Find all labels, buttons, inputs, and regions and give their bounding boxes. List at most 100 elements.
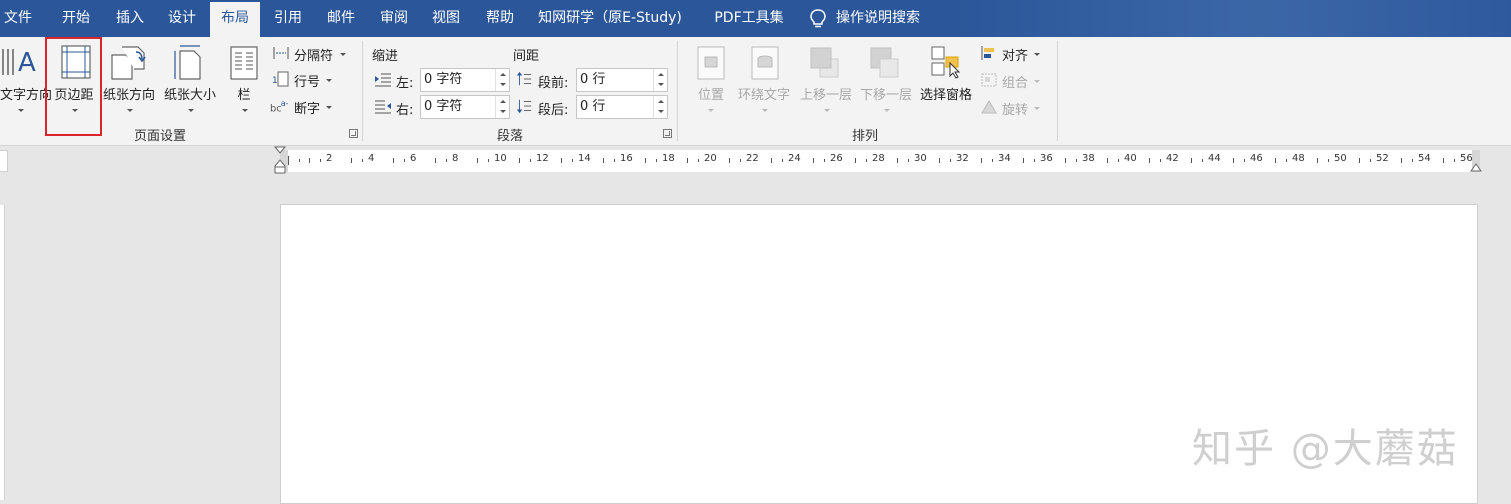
columns-dropdown-icon[interactable]: [242, 109, 248, 112]
spacing-before-icon: [516, 71, 532, 86]
watermark: 知乎 @大蘑菇: [1192, 426, 1459, 472]
spacing-after-icon: [516, 99, 532, 114]
ruler-tick: [519, 158, 520, 163]
tab-home[interactable]: 开始: [52, 0, 100, 37]
tab-help[interactable]: 帮助: [476, 0, 524, 37]
group-dropdown-icon[interactable]: [1034, 80, 1040, 83]
line-numbers-icon: 1: [272, 71, 289, 87]
right-indent-marker-icon[interactable]: [1470, 160, 1482, 172]
ruler-tick: [309, 158, 310, 163]
wrap-text-button[interactable]: 环绕文字: [734, 84, 794, 103]
indent-right-stepper[interactable]: [495, 96, 509, 118]
size-icon: [174, 45, 201, 80]
spacing-after-stepper[interactable]: [653, 96, 667, 118]
align-button[interactable]: 对齐: [1002, 45, 1028, 64]
align-icon: [981, 46, 994, 60]
hyphenation-dropdown-icon[interactable]: [326, 106, 332, 109]
title-bar-decoration: [951, 0, 1511, 37]
tab-cnki-estudy[interactable]: 知网研学（原E-Study): [530, 0, 690, 37]
ruler-tick: [1159, 159, 1161, 162]
position-button[interactable]: 位置: [690, 84, 732, 103]
send-backward-icon: [870, 47, 899, 78]
indent-left-icon: [375, 73, 391, 87]
text-direction-icon: A: [2, 48, 36, 78]
position-dropdown-icon[interactable]: [708, 109, 714, 112]
paragraph-launcher-icon[interactable]: [663, 129, 672, 138]
ruler-number: 34: [998, 153, 1011, 164]
indent-right-input[interactable]: 0 字符: [420, 95, 510, 119]
tab-insert[interactable]: 插入: [106, 0, 154, 37]
ruler-tick: [823, 159, 825, 162]
tab-references[interactable]: 引用: [264, 0, 312, 37]
ruler-number: 52: [1376, 153, 1389, 164]
ruler-tick: [1107, 158, 1108, 163]
rotate-dropdown-icon[interactable]: [1034, 107, 1040, 110]
bring-forward-dropdown-icon[interactable]: [824, 109, 830, 112]
ruler-tick: [1191, 158, 1192, 163]
ruler-tick: [319, 159, 321, 162]
wrap-text-dropdown-icon[interactable]: [762, 109, 768, 112]
ruler-tick: [1275, 158, 1276, 163]
selection-pane-button[interactable]: 选择窗格: [916, 84, 976, 103]
tab-view[interactable]: 视图: [422, 0, 470, 37]
rotate-icon: [981, 100, 997, 114]
group-icon: [981, 73, 997, 87]
ruler-tick: [1453, 159, 1455, 162]
tab-layout[interactable]: 布局: [210, 2, 260, 37]
breaks-dropdown-icon[interactable]: [340, 53, 346, 56]
breaks-button[interactable]: 分隔符: [294, 45, 333, 64]
group-button[interactable]: 组合: [1002, 72, 1028, 91]
ruler-tick: [1317, 158, 1318, 163]
ruler-tick: [603, 158, 604, 163]
tab-review[interactable]: 审阅: [370, 0, 418, 37]
spacing-before-stepper[interactable]: [653, 69, 667, 91]
ruler-tick: [1233, 158, 1234, 163]
ruler-tick: [529, 159, 531, 162]
tab-mailings[interactable]: 邮件: [317, 0, 365, 37]
orientation-dropdown-icon[interactable]: [127, 109, 133, 112]
columns-button[interactable]: 栏: [232, 84, 256, 103]
ruler-tick: [645, 158, 646, 163]
tab-pdf-tools[interactable]: PDF工具集: [704, 0, 794, 37]
line-numbers-dropdown-icon[interactable]: [326, 79, 332, 82]
line-numbers-button[interactable]: 行号: [294, 71, 320, 90]
ruler-tick: [729, 158, 730, 163]
send-backward-button[interactable]: 下移一层: [856, 84, 916, 103]
ruler-tick: [477, 158, 478, 163]
spacing-after-value: 0 行: [580, 99, 606, 114]
size-button[interactable]: 纸张大小: [160, 84, 220, 103]
hyphenation-button[interactable]: 断字: [294, 98, 320, 117]
rotate-button[interactable]: 旋转: [1002, 99, 1028, 118]
tell-me-search[interactable]: 操作说明搜索: [836, 0, 932, 37]
indent-header: 缩进: [372, 49, 399, 64]
tab-design[interactable]: 设计: [158, 0, 206, 37]
ruler-tick: [435, 158, 436, 163]
tab-file[interactable]: 文件: [0, 0, 36, 37]
send-backward-dropdown-icon[interactable]: [884, 109, 890, 112]
first-line-indent-marker-icon[interactable]: [274, 146, 286, 176]
ruler-tick: [739, 159, 741, 162]
ruler-tick: [445, 159, 447, 162]
indent-right-value: 0 字符: [424, 99, 463, 114]
ruler-tick: [487, 159, 489, 162]
ruler-tick: [687, 158, 688, 163]
ruler-number: 44: [1208, 153, 1221, 164]
ruler-tick: [1359, 158, 1360, 163]
ruler-number: 8: [452, 153, 459, 164]
ruler-number: 50: [1334, 153, 1347, 164]
size-dropdown-icon[interactable]: [188, 109, 194, 112]
ruler-number: 6: [410, 153, 417, 164]
indent-right-label: 右:: [396, 103, 414, 118]
spacing-after-input[interactable]: 0 行: [576, 95, 668, 119]
orientation-button[interactable]: 纸张方向: [100, 84, 158, 103]
bring-forward-button[interactable]: 上移一层: [796, 84, 856, 103]
text-direction-dropdown-icon[interactable]: [18, 109, 24, 112]
align-dropdown-icon[interactable]: [1034, 53, 1040, 56]
indent-left-input[interactable]: 0 字符: [420, 68, 510, 92]
ruler-tick: [949, 159, 951, 162]
horizontal-ruler[interactable]: 2 4 6 8 10 12 14 16 18 20 22 24 26 28 30 32 34 36 38 40 42 44…: [280, 150, 1480, 172]
indent-left-stepper[interactable]: [495, 69, 509, 91]
spacing-before-input[interactable]: 0 行: [576, 68, 668, 92]
page-setup-launcher-icon[interactable]: [349, 129, 358, 138]
text-direction-button[interactable]: 文字方向: [0, 84, 52, 103]
